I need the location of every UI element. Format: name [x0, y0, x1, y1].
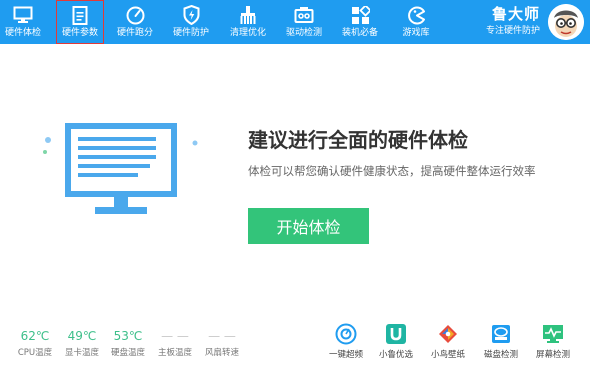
mascot-face-icon: [548, 4, 584, 40]
fan-speed-stat: — — 风扇转速: [202, 329, 242, 358]
stat-value: 62℃: [20, 329, 50, 343]
nav-item-label: 硬件体检: [4, 28, 41, 38]
nav-item-label: 硬件跑分: [116, 28, 153, 38]
top-nav-bar: 硬件体检 硬件参数 硬件跑分 硬件防护 清理优化 驱动检测 装机必备 游戏库 鲁…: [0, 0, 590, 44]
tool-label: 小鸟壁纸: [430, 350, 465, 360]
nav-item-label: 硬件参数: [61, 28, 98, 38]
nav-item-essentials[interactable]: 装机必备: [337, 0, 383, 44]
nav-item-label: 硬件防护: [172, 28, 209, 38]
stat-value: — —: [161, 329, 189, 343]
u-shop-icon: [384, 322, 408, 346]
overclock-icon: [334, 322, 358, 346]
shield-bolt-icon: [180, 5, 202, 25]
gauge-icon: [124, 5, 146, 25]
nav-item-label: 装机必备: [341, 28, 378, 38]
brand-block: 鲁大师 专注硬件防护: [486, 5, 540, 37]
nav-item-label: 驱动检测: [285, 28, 322, 38]
cpu-temp-stat: 62℃ CPU温度: [15, 329, 55, 358]
gpu-temp-stat: 49℃ 显卡温度: [62, 329, 102, 358]
stat-value: 53℃: [113, 329, 143, 343]
tool-label: 磁盘检测: [483, 350, 518, 360]
page-subtitle: 体检可以帮您确认硬件健康状态，提高硬件整体运行效率: [248, 164, 536, 178]
tool-label: 屏幕检测: [535, 350, 570, 360]
page-title: 建议进行全面的硬件体检: [248, 128, 468, 152]
tool-bird-wallpaper[interactable]: 小鸟壁纸: [425, 322, 471, 360]
brand-name: 鲁大师: [491, 5, 540, 23]
stat-value: 49℃: [67, 329, 97, 343]
tool-label: 一键超频: [328, 350, 363, 360]
tool-screen-check[interactable]: 屏幕检测: [530, 322, 576, 360]
nav-item-label: 游戏库: [402, 28, 430, 38]
bird-wallpaper-icon: [436, 322, 460, 346]
pacman-icon: [405, 5, 427, 25]
board-temp-stat: — — 主板温度: [155, 329, 195, 358]
brush-icon: [237, 5, 259, 25]
driver-chip-icon: [293, 5, 315, 25]
stat-label: 风扇转速: [204, 348, 239, 358]
brand-slogan: 专注硬件防护: [485, 26, 540, 36]
tool-disk-check[interactable]: 磁盘检测: [478, 322, 524, 360]
tool-lu-selection[interactable]: 小鲁优选: [373, 322, 419, 360]
nav-item-driver-detect[interactable]: 驱动检测: [281, 0, 327, 44]
disk-check-icon: [489, 322, 513, 346]
monitor-illustration: [40, 115, 200, 229]
disk-temp-stat: 53℃ 硬盘温度: [108, 329, 148, 358]
stat-value: — —: [208, 329, 236, 343]
stat-label: CPU温度: [17, 348, 53, 358]
tool-overclock[interactable]: 一键超频: [323, 322, 369, 360]
avatar[interactable]: [548, 4, 584, 40]
document-icon: [69, 5, 91, 25]
monitor-illustration-icon: [43, 123, 198, 214]
nav-item-benchmark[interactable]: 硬件跑分: [112, 0, 158, 44]
stat-label: 显卡温度: [64, 348, 99, 358]
nav-item-game-library[interactable]: 游戏库: [393, 0, 439, 44]
stat-label: 主板温度: [157, 348, 192, 358]
tool-label: 小鲁优选: [378, 350, 413, 360]
nav-item-protection[interactable]: 硬件防护: [168, 0, 214, 44]
nav-item-label: 清理优化: [229, 28, 266, 38]
nav-item-hardware-params[interactable]: 硬件参数: [56, 0, 104, 44]
screen-check-icon: [541, 322, 565, 346]
apps-grid-icon: [349, 5, 371, 25]
nav-item-cleanup[interactable]: 清理优化: [225, 0, 271, 44]
nav-item-hardware-checkup[interactable]: 硬件体检: [0, 0, 46, 44]
start-checkup-button[interactable]: 开始体检: [248, 208, 369, 244]
monitor-icon: [12, 5, 34, 25]
stat-label: 硬盘温度: [110, 348, 145, 358]
